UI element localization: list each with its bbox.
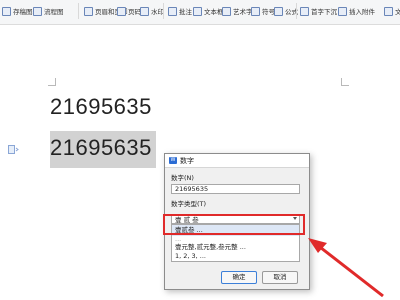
arrow-annotation-icon <box>308 238 384 298</box>
